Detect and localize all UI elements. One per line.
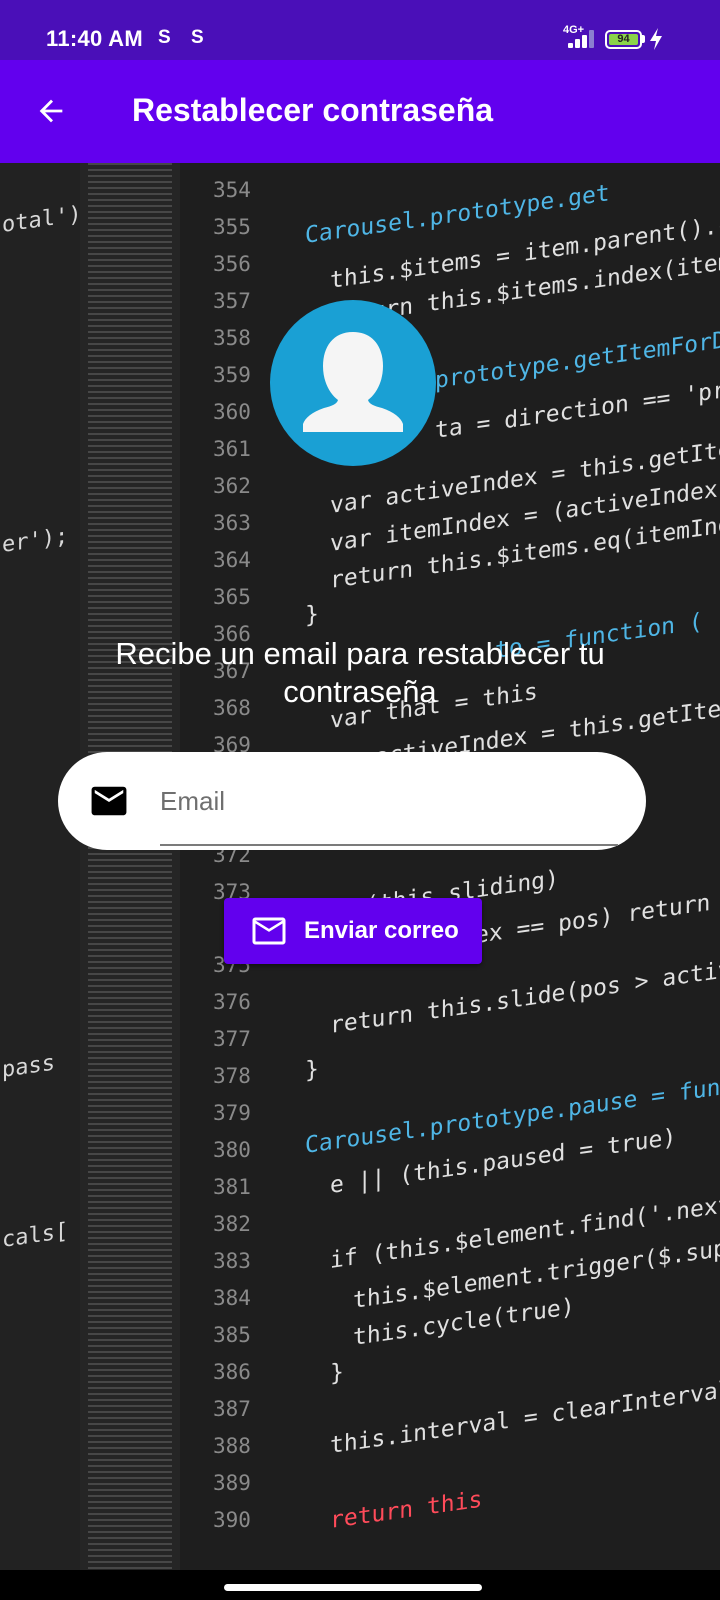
charging-icon — [650, 28, 662, 50]
person-silhouette-icon — [303, 332, 403, 432]
back-button[interactable] — [30, 90, 72, 132]
status-bar: 11:40 AM S S 4G+ 94 — [0, 0, 720, 60]
code-line: prototype.getItemForDirec — [435, 319, 720, 394]
battery-cap — [642, 35, 645, 43]
mail-icon — [91, 786, 127, 816]
line-number: 362 — [213, 474, 251, 498]
line-number: 357 — [213, 289, 251, 313]
line-number: 355 — [213, 215, 251, 239]
line-number: 360 — [213, 400, 251, 424]
line-number: 363 — [213, 511, 251, 535]
sync-icon: S — [191, 27, 204, 48]
description-text: Recibe un email para restablecer tu cont… — [115, 636, 605, 709]
line-number: 359 — [213, 363, 251, 387]
person-avatar-icon — [270, 300, 436, 466]
code-line: } — [305, 601, 319, 629]
line-number: 389 — [213, 1471, 251, 1495]
line-number: 378 — [213, 1064, 251, 1088]
code-left-panel: otal'); er'); pass cals[ — [0, 163, 95, 1570]
line-number: 358 — [213, 326, 251, 350]
line-number: 383 — [213, 1249, 251, 1273]
line-number: 354 — [213, 178, 251, 202]
line-number: 390 — [213, 1508, 251, 1532]
line-number: 379 — [213, 1101, 251, 1125]
signal-icon — [566, 28, 596, 48]
side-code-line: pass — [2, 1050, 55, 1083]
line-number: 388 — [213, 1434, 251, 1458]
line-number-gutter: 354 355 356 357 358 359 360 361 362 363 … — [195, 163, 275, 1570]
code-minimap — [80, 163, 180, 1570]
line-number: 361 — [213, 437, 251, 461]
battery-level: 94 — [609, 34, 638, 45]
code-line: } — [330, 1359, 344, 1387]
side-code-line: er'); — [2, 523, 69, 558]
line-number: 381 — [213, 1175, 251, 1199]
send-button-label: Enviar correo — [304, 917, 459, 944]
line-number: 387 — [213, 1397, 251, 1421]
sync-icon: S — [158, 27, 171, 48]
line-number: 364 — [213, 548, 251, 572]
send-email-button[interactable]: Enviar correo — [224, 898, 482, 964]
line-number: 376 — [213, 990, 251, 1014]
page-title: Restablecer contraseña — [132, 92, 494, 128]
arrow-back-icon — [39, 99, 63, 123]
line-number: 380 — [213, 1138, 251, 1162]
code-line: this.interval = clearInterval(th — [330, 1370, 720, 1459]
navigation-bar — [0, 1570, 720, 1600]
home-gesture-handle[interactable] — [224, 1584, 482, 1591]
side-code-line: cals[ — [2, 1218, 69, 1253]
email-underline — [160, 844, 618, 846]
email-field[interactable] — [58, 752, 646, 850]
line-number: 386 — [213, 1360, 251, 1384]
line-number: 385 — [213, 1323, 251, 1347]
line-number: 382 — [213, 1212, 251, 1236]
status-time: 11:40 AM — [46, 26, 143, 51]
email-input[interactable] — [160, 778, 620, 824]
mail-outline-icon — [252, 917, 286, 945]
line-number: 365 — [213, 585, 251, 609]
app-bar: Restablecer contraseña — [0, 60, 720, 163]
line-number: 356 — [213, 252, 251, 276]
line-number: 384 — [213, 1286, 251, 1310]
code-line: return this — [330, 1486, 483, 1534]
line-number: 377 — [213, 1027, 251, 1051]
code-line: } — [305, 1056, 319, 1084]
battery-icon: 94 — [605, 30, 642, 49]
